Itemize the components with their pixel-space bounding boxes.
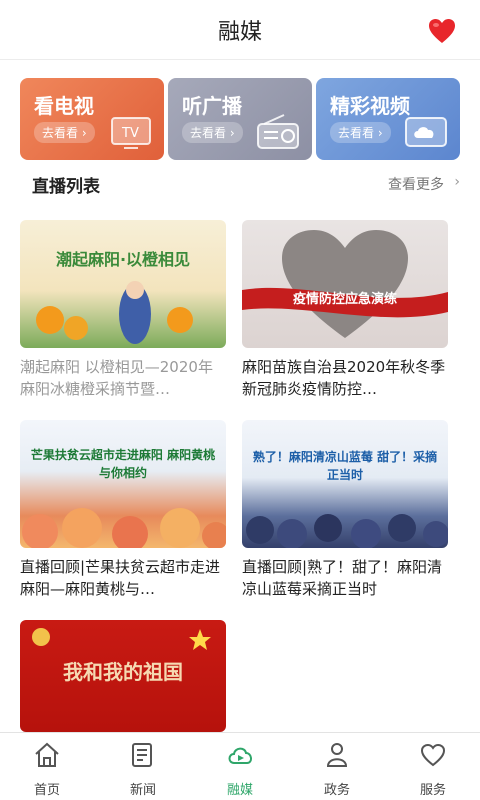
heart-icon[interactable] [428, 18, 456, 44]
card-thumbnail[interactable]: 我和我的祖国 [20, 620, 226, 732]
channel-tv[interactable]: 看电视 去看看 › TV [20, 78, 164, 160]
tab-news[interactable]: 新闻 [108, 741, 178, 798]
card-banner: 潮起麻阳·以橙相见 [55, 250, 191, 269]
card-thumbnail[interactable]: 芒果扶贫云超市走进麻阳 麻阳黄桃与你相约 [20, 420, 226, 548]
section-title: 直播列表 [32, 177, 100, 197]
channel-radio-go: 去看看 › [182, 122, 243, 143]
channel-row: 看电视 去看看 › TV 听广播 去看看 › 精彩视频 去看看 › [20, 78, 460, 160]
bottom-tab-bar: 首页 新闻 融媒 政务 服务 [0, 732, 480, 800]
live-card[interactable]: 熟了！麻阳清凉山蓝莓 甜了！采摘正当时 直播回顾|熟了！甜了！麻阳清凉山蓝莓采摘… [242, 420, 448, 600]
tab-news-label: 新闻 [129, 783, 156, 798]
tab-media[interactable]: 融媒 [205, 741, 275, 798]
card-banner: 疫情防控应急演练 [292, 292, 397, 307]
live-card[interactable]: 芒果扶贫云超市走进麻阳 麻阳黄桃与你相约 直播回顾|芒果扶贫云超市走进麻阳—麻阳… [20, 420, 226, 600]
service-heart-icon [420, 743, 446, 767]
channel-video-label: 精彩视频 [330, 94, 410, 118]
card-title: 直播回顾|熟了！甜了！麻阳清凉山蓝莓采摘正当时 [242, 558, 443, 598]
channel-video[interactable]: 精彩视频 去看看 › [316, 78, 460, 160]
live-list-header: 直播列表 查看更多 › [28, 172, 460, 197]
channel-video-go: 去看看 › [330, 122, 391, 143]
live-card[interactable]: 潮起麻阳·以橙相见 潮起麻阳 以橙相见—2020年麻阳冰糖橙采摘节暨… [20, 220, 226, 400]
tab-service[interactable]: 服务 [398, 741, 468, 798]
tab-home-label: 首页 [33, 783, 60, 798]
card-banner: 熟了！麻阳清凉山蓝莓 甜了！采摘正当时 [252, 450, 438, 482]
svg-text:TV: TV [121, 126, 139, 141]
live-card[interactable]: 我和我的祖国 [20, 620, 226, 732]
card-banner: 我和我的祖国 [63, 660, 183, 684]
top-bar: 融媒 [0, 0, 480, 60]
channel-tv-label: 看电视 [34, 94, 94, 118]
tv-icon: TV [111, 117, 151, 149]
tab-media-label: 融媒 [226, 783, 253, 798]
cloud-video-icon [405, 117, 447, 147]
media-cloud-icon [228, 747, 252, 764]
card-title: 麻阳苗族自治县2020年秋冬季新冠肺炎疫情防控… [242, 358, 446, 398]
home-icon [35, 742, 59, 767]
chevron-right-icon[interactable]: › [454, 174, 460, 190]
card-title: 直播回顾|芒果扶贫云超市走进麻阳—麻阳黄桃与… [20, 558, 221, 598]
blueberries-image [246, 514, 448, 548]
heart-collage-image [242, 230, 448, 338]
channel-radio[interactable]: 听广播 去看看 › [168, 78, 312, 160]
news-icon [132, 743, 152, 767]
card-thumbnail[interactable]: 疫情防控应急演练 [242, 220, 448, 348]
government-icon [326, 743, 348, 767]
tab-service-label: 服务 [419, 783, 446, 798]
page-title: 融媒 [217, 20, 262, 45]
radio-icon [257, 114, 299, 149]
star-icon [189, 629, 211, 650]
card-thumbnail[interactable]: 潮起麻阳·以橙相见 [20, 220, 226, 348]
peaches-image [22, 508, 226, 548]
live-card[interactable]: 疫情防控应急演练 麻阳苗族自治县2020年秋冬季新冠肺炎疫情防控… [242, 220, 448, 400]
orange-grove-image [36, 281, 193, 344]
tab-home[interactable]: 首页 [12, 741, 82, 798]
see-more-link[interactable]: 查看更多 [388, 174, 444, 194]
card-thumbnail[interactable]: 熟了！麻阳清凉山蓝莓 甜了！采摘正当时 [242, 420, 448, 548]
channel-radio-label: 听广播 [182, 94, 242, 118]
tab-government-label: 政务 [323, 783, 350, 798]
anniversary-badge [32, 628, 50, 646]
card-title: 潮起麻阳 以橙相见—2020年麻阳冰糖橙采摘节暨… [20, 358, 213, 398]
channel-tv-go: 去看看 › [34, 122, 95, 143]
tab-government[interactable]: 政务 [302, 741, 372, 798]
card-banner: 芒果扶贫云超市走进麻阳 麻阳黄桃与你相约 [30, 448, 216, 480]
